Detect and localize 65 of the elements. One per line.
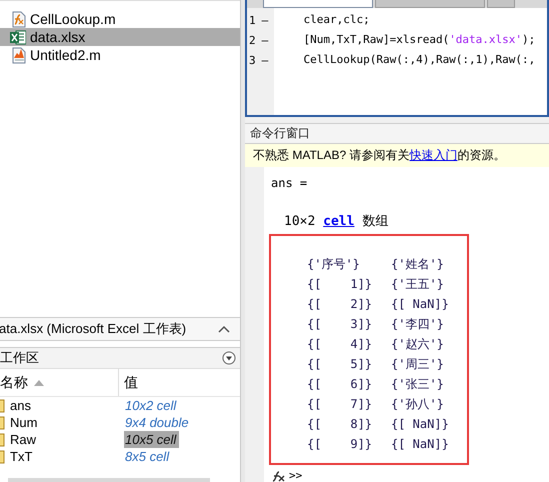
- cell-value: {[ 9]}: [307, 436, 374, 453]
- code-line: CellLookup(Raw(:,4),Raw(:,1),Raw(:,: [302, 52, 536, 68]
- variable-name[interactable]: Raw: [10, 432, 36, 447]
- notice-text: 不熟悉 MATLAB? 请参阅有关快速入门的资源。: [253, 147, 506, 164]
- dropdown-icon: [222, 351, 236, 365]
- cell-value: {'王五'}: [391, 276, 444, 293]
- command-window-title: 命令行窗口: [250, 124, 310, 142]
- line-number: 1: [249, 14, 256, 26]
- cell-value: {'周三'}: [391, 356, 444, 373]
- line-number: 3: [249, 54, 256, 66]
- cell-value: {[ 6]}: [307, 376, 374, 393]
- function-file-icon: [10, 10, 26, 28]
- variable-name[interactable]: Num: [10, 415, 38, 430]
- cell-value: {[ 8]}: [307, 416, 374, 433]
- variable-value[interactable]: 9x4 double: [124, 414, 192, 431]
- cell-value: {'序号'}: [307, 256, 361, 273]
- editor-tab[interactable]: [263, 0, 373, 8]
- cell-value: {'姓名'}: [391, 256, 444, 273]
- variable-name[interactable]: ans: [10, 398, 31, 413]
- cell-value: {[ 4]}: [307, 336, 374, 353]
- function-icon: [271, 470, 285, 482]
- cell-value: {'张三'}: [391, 376, 444, 393]
- file-item[interactable]: CellLookup.m: [0, 10, 240, 28]
- cell-value: {[ 2]}: [307, 296, 374, 313]
- scroll-bar[interactable]: [8, 478, 210, 482]
- output-text: ans =: [271, 175, 308, 191]
- cell-value: {[ 7]}: [307, 396, 374, 413]
- variable-icon: [0, 450, 5, 464]
- breakpoint-marker[interactable]: –: [262, 34, 268, 46]
- command-prompt[interactable]: >>: [289, 469, 302, 482]
- cell-value: {[ 5]}: [307, 356, 374, 373]
- breakpoint-marker[interactable]: –: [262, 54, 268, 66]
- code-line: clear,clc;: [302, 12, 371, 28]
- variable-name[interactable]: TxT: [10, 449, 32, 464]
- output-text: 10×2 cell 数组: [283, 214, 388, 230]
- getting-started-link[interactable]: 快速入门: [409, 148, 458, 162]
- cell-link[interactable]: cell: [323, 214, 354, 229]
- cell-value: {[ NaN]}: [391, 436, 449, 453]
- variable-icon: [0, 416, 5, 430]
- variable-icon: [0, 432, 5, 446]
- cell-value: {[ NaN]}: [391, 296, 449, 313]
- line-number: 2: [249, 34, 256, 46]
- spreadsheet-icon: [10, 28, 26, 46]
- file-item[interactable]: Untitled2.m: [0, 46, 240, 64]
- cell-value: {'孙八'}: [391, 396, 444, 413]
- variable-icon: [0, 398, 5, 412]
- editor-tab[interactable]: [375, 0, 485, 8]
- variable-value[interactable]: 10x2 cell: [124, 397, 180, 414]
- cell-value: {[ NaN]}: [391, 416, 449, 433]
- script-file-icon: [10, 46, 26, 64]
- workspace-title: 工作区: [0, 349, 39, 367]
- cell-value: {'赵六'}: [391, 336, 444, 353]
- cell-value: {[ 1]}: [307, 276, 374, 293]
- sort-ascending-icon: [34, 379, 44, 386]
- variable-value[interactable]: 10x5 cell: [124, 431, 180, 448]
- variable-value[interactable]: 8x5 cell: [124, 448, 172, 465]
- cell-value: {[ 3]}: [307, 316, 374, 333]
- column-header[interactable]: 名称: [0, 369, 119, 396]
- editor-tab[interactable]: [487, 0, 515, 8]
- file-item[interactable]: data.xlsx: [0, 28, 240, 46]
- code-line: [Num,TxT,Raw]=xlsread('data.xlsx');: [302, 32, 536, 48]
- cell-value: {'李四'}: [391, 316, 444, 333]
- breakpoint-marker[interactable]: –: [262, 14, 268, 26]
- collapse-icon: [218, 325, 230, 333]
- column-header[interactable]: 值: [119, 369, 138, 396]
